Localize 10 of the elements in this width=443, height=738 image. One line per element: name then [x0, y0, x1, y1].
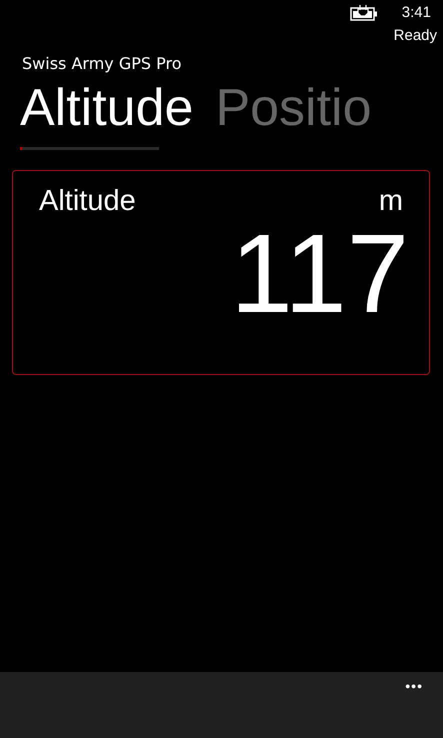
altitude-label: Altitude: [39, 185, 136, 218]
app-title: Swiss Army GPS Pro: [21, 54, 182, 73]
unit-label: m: [378, 185, 403, 218]
pivot-header[interactable]: Altitude: [20, 77, 194, 139]
status-text: Ready: [394, 27, 437, 44]
pivot-header[interactable]: Positio: [215, 77, 372, 139]
battery-charging-icon: [350, 4, 378, 20]
clock-time: 3:41: [402, 4, 431, 21]
altitude-value: 117: [230, 218, 409, 330]
more-button[interactable]: •••: [405, 672, 423, 694]
